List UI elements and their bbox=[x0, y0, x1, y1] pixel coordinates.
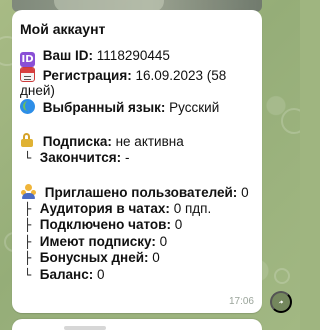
invited-users-label: Приглашено пользователей: bbox=[44, 185, 238, 200]
language-label: Выбранный язык: bbox=[42, 99, 166, 115]
tree-branch-connector-icon: ├ bbox=[24, 218, 32, 232]
globe-icon bbox=[20, 98, 35, 114]
bonus-days-row: ├ Бонусных дней: 0 bbox=[20, 250, 254, 267]
next-message-preview bbox=[12, 319, 262, 330]
bonus-days-value: 0 bbox=[152, 250, 160, 265]
audience-label: Аудитория в чатах: bbox=[39, 200, 170, 216]
registration-label: Регистрация: bbox=[42, 67, 132, 83]
audience-row: ├ Аудитория в чатах: 0 пдп. bbox=[20, 201, 254, 218]
user-id-label: Ваш ID: bbox=[42, 47, 94, 63]
subscribed-users-label: Имеют подписку: bbox=[39, 233, 156, 249]
background-decoration bbox=[274, 268, 290, 284]
tree-branch-connector-icon: ├ bbox=[24, 201, 32, 216]
subscription-end-row: └ Закончится: - bbox=[20, 150, 254, 167]
language-value: Русский bbox=[169, 99, 220, 115]
lock-icon bbox=[20, 133, 35, 148]
people-icon bbox=[20, 184, 37, 199]
subscription-end-label: Закончится: bbox=[39, 149, 122, 165]
registration-value-continuation: дней) bbox=[20, 83, 55, 98]
subscription-row: Подписка: не активна bbox=[20, 133, 254, 150]
language-row: Выбранный язык: Русский bbox=[20, 98, 254, 116]
forward-icon bbox=[278, 300, 284, 304]
user-id-row: ID Ваш ID: 1118290445 bbox=[20, 48, 254, 67]
subscribed-users-value: 0 bbox=[159, 233, 168, 249]
balance-label: Баланс: bbox=[39, 266, 94, 282]
tree-end-connector-icon: └ bbox=[24, 267, 32, 282]
background-decoration bbox=[281, 108, 300, 134]
account-message-bubble: Мой аккаунт ID Ваш ID: 1118290445 Регист… bbox=[12, 10, 262, 313]
id-icon: ID bbox=[20, 51, 35, 67]
registration-row: Регистрация: 16.09.2023 (58 bbox=[20, 66, 254, 84]
calendar-icon bbox=[20, 66, 35, 82]
connected-chats-row: ├ Подключено чатов: 0 bbox=[20, 217, 254, 234]
subscription-end-value: - bbox=[124, 149, 130, 165]
user-id-value: 1118290445 bbox=[96, 47, 170, 63]
connected-chats-label: Подключено чатов: bbox=[39, 217, 171, 232]
tree-end-connector-icon: └ bbox=[24, 150, 32, 165]
subscription-value: не активна bbox=[115, 134, 184, 149]
account-title: Мой аккаунт bbox=[20, 21, 106, 37]
tree-branch-connector-icon: ├ bbox=[24, 251, 32, 265]
registration-value: 16.09.2023 (58 bbox=[135, 67, 227, 83]
invited-users-row: Приглашено пользователей: 0 bbox=[20, 184, 254, 201]
invited-users-value: 0 bbox=[241, 185, 249, 200]
forward-button[interactable] bbox=[270, 291, 292, 313]
subscription-label: Подписка: bbox=[42, 134, 112, 149]
audience-value: 0 пдп. bbox=[173, 200, 212, 216]
connected-chats-value: 0 bbox=[174, 217, 183, 232]
subscribed-users-row: ├ Имеют подписку: 0 bbox=[20, 234, 254, 251]
message-timestamp: 17:06 bbox=[228, 296, 254, 307]
balance-value: 0 bbox=[96, 266, 105, 282]
account-message-text: Мой аккаунт ID Ваш ID: 1118290445 Регист… bbox=[20, 21, 254, 284]
registration-continuation-row: дней) bbox=[20, 83, 254, 99]
bonus-days-label: Бонусных дней: bbox=[39, 250, 149, 265]
tree-branch-connector-icon: ├ bbox=[24, 234, 32, 249]
balance-row: └ Баланс: 0 bbox=[20, 267, 254, 284]
